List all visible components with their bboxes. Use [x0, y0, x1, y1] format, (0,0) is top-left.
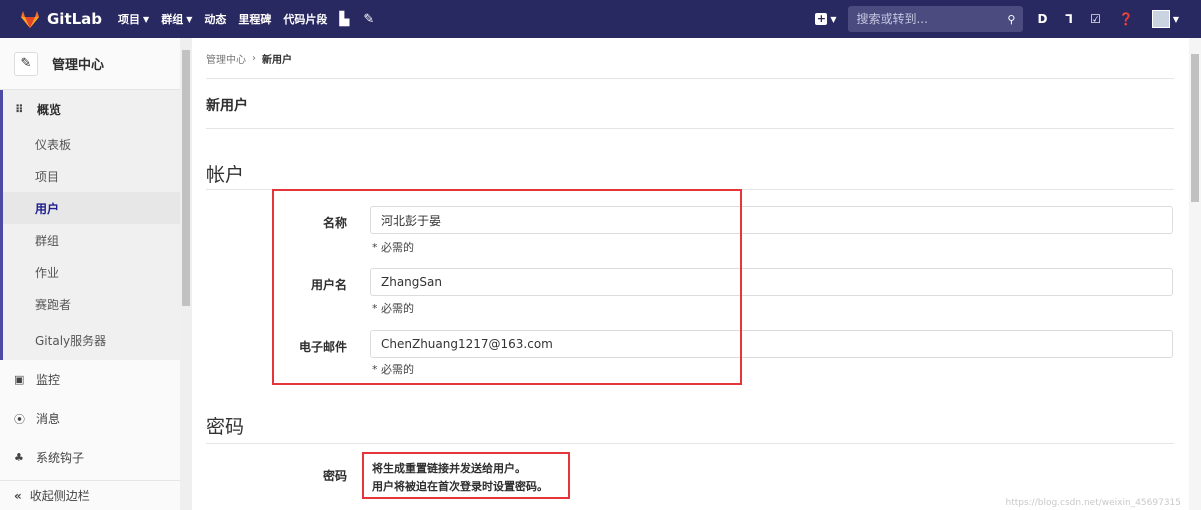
broadcast-icon: ⦿ [14, 412, 25, 426]
sidebar-title: 管理中心 [52, 58, 105, 73]
sidebar-item-overview[interactable]: ⠿ 概览 [3, 90, 191, 128]
nav-milestones-label: 里程碑 [238, 13, 272, 26]
help-icon[interactable]: ❓ [1119, 12, 1134, 26]
user-menu[interactable]: ▼ [1151, 10, 1179, 28]
sidebar-item-monitoring[interactable]: ▣ 监控 [0, 360, 191, 399]
sidebar-item-label: 项目 [35, 169, 60, 184]
nav-activity[interactable]: 动态 [204, 11, 226, 27]
nav-milestones[interactable]: 里程碑 [238, 11, 271, 27]
monitor-icon: ▣ [14, 373, 25, 386]
hook-icon: ♣ [14, 451, 24, 464]
divider [206, 128, 1174, 129]
issues-icon[interactable]: D [1037, 12, 1047, 26]
account-highlight-box [272, 189, 742, 385]
sidebar-item-label: 监控 [36, 373, 61, 387]
sidebar-scrollbar[interactable] [180, 38, 192, 510]
sidebar-item-dashboard[interactable]: 仪表板 [3, 128, 191, 160]
nav-links: 项目 ▼ 群组 ▼ 动态 里程碑 代码片段 ▙ ✎ [118, 11, 388, 27]
chevron-right-icon: › [252, 53, 256, 64]
sidebar-overview-group: ⠿ 概览 仪表板 项目 用户 群组 作业 赛跑者 Gitaly服务器 [0, 90, 191, 360]
wrench-icon: ✎ [14, 51, 38, 76]
chevron-down-icon: ▼ [186, 14, 193, 24]
sidebar-item-label: 消息 [36, 412, 61, 426]
sidebar-item-groups[interactable]: 群组 [3, 224, 191, 256]
sidebar-item-gitaly[interactable]: Gitaly服务器 [3, 320, 191, 360]
page-title: 新用户 [206, 98, 248, 114]
main-scrollbar-thumb[interactable] [1191, 54, 1199, 202]
divider [206, 78, 1174, 79]
nav-snippets[interactable]: 代码片段 [283, 11, 327, 27]
nav-snippets-label: 代码片段 [283, 13, 328, 26]
brand-name: GitLab [47, 10, 103, 28]
nav-groups[interactable]: 群组 ▼ [161, 11, 192, 27]
divider [206, 443, 1174, 444]
plus-icon: + [815, 12, 828, 25]
sidebar-item-label: Gitaly服务器 [35, 333, 107, 348]
chevron-down-icon: ▼ [830, 14, 837, 24]
breadcrumb: 管理中心 › 新用户 [206, 51, 292, 66]
sidebar-item-runners[interactable]: 赛跑者 [3, 288, 191, 320]
avatar [1151, 10, 1170, 28]
sidebar-item-label: 赛跑者 [35, 297, 72, 312]
collapse-sidebar-label: 收起侧边栏 [29, 489, 90, 503]
nav-groups-label: 群组 [161, 13, 184, 26]
sidebar-item-hooks[interactable]: ♣ 系统钩子 [0, 438, 191, 477]
chevron-down-icon: ▼ [1172, 14, 1179, 24]
account-section-title: 帐户 [206, 164, 245, 186]
sidebar-item-label: 系统钩子 [36, 451, 85, 465]
nav-right: + ▼ ⚲ D ⅂ ☑ ❓ ▼ [815, 0, 1201, 38]
sidebar-item-label: 仪表板 [35, 137, 72, 152]
sidebar-item-label: 概览 [37, 102, 62, 117]
search-input[interactable] [856, 12, 987, 26]
breadcrumb-parent[interactable]: 管理中心 [206, 51, 246, 66]
nav-activity-label: 动态 [204, 13, 227, 26]
sidebar: ✎ 管理中心 ⠿ 概览 仪表板 项目 用户 群组 作业 赛跑者 Gitaly服务… [0, 38, 192, 510]
nav-projects[interactable]: 项目 ▼ [118, 11, 149, 27]
top-navbar: GitLab 项目 ▼ 群组 ▼ 动态 里程碑 代码片段 ▙ ✎ + ▼ ⚲ [0, 0, 1201, 38]
gitlab-logo[interactable]: GitLab [20, 10, 102, 28]
todo-icon[interactable]: ☑ [1090, 12, 1101, 26]
main-content: 管理中心 › 新用户 新用户 帐户 名称 * 必需的 用户名 * 必需的 电子邮… [192, 38, 1189, 510]
search-icon: ⚲ [1007, 12, 1016, 26]
wrench-icon[interactable]: ✎ [363, 12, 374, 27]
sidebar-item-label: 用户 [35, 201, 60, 216]
new-dropdown-button[interactable]: + ▼ [815, 13, 836, 25]
sidebar-item-jobs[interactable]: 作业 [3, 256, 191, 288]
chart-icon[interactable]: ▙ [339, 12, 349, 27]
search-box[interactable]: ⚲ [848, 6, 1024, 32]
sidebar-item-label: 群组 [35, 233, 60, 248]
nav-projects-label: 项目 [118, 13, 141, 26]
password-highlight-box [362, 452, 570, 499]
watermark: https://blog.csdn.net/weixin_45697315 [1005, 498, 1181, 508]
main-scrollbar[interactable] [1189, 38, 1201, 510]
sidebar-item-projects[interactable]: 项目 [3, 160, 191, 192]
password-section-title: 密码 [206, 416, 245, 438]
breadcrumb-current[interactable]: 新用户 [262, 51, 292, 66]
sidebar-header[interactable]: ✎ 管理中心 [0, 38, 191, 90]
chevron-down-icon: ▼ [143, 14, 150, 24]
gitlab-fox-icon [21, 11, 39, 28]
sidebar-item-users[interactable]: 用户 [3, 192, 191, 224]
password-label: 密码 [322, 469, 347, 483]
sidebar-scrollbar-thumb[interactable] [182, 50, 190, 306]
collapse-sidebar-button[interactable]: « 收起侧边栏 [0, 480, 191, 510]
sidebar-item-messages[interactable]: ⦿ 消息 [0, 399, 191, 438]
grid-icon: ⠿ [15, 102, 24, 116]
merge-request-icon[interactable]: ⅂ [1065, 12, 1072, 26]
sidebar-item-label: 作业 [35, 265, 60, 280]
double-chevron-left-icon: « [14, 488, 22, 503]
